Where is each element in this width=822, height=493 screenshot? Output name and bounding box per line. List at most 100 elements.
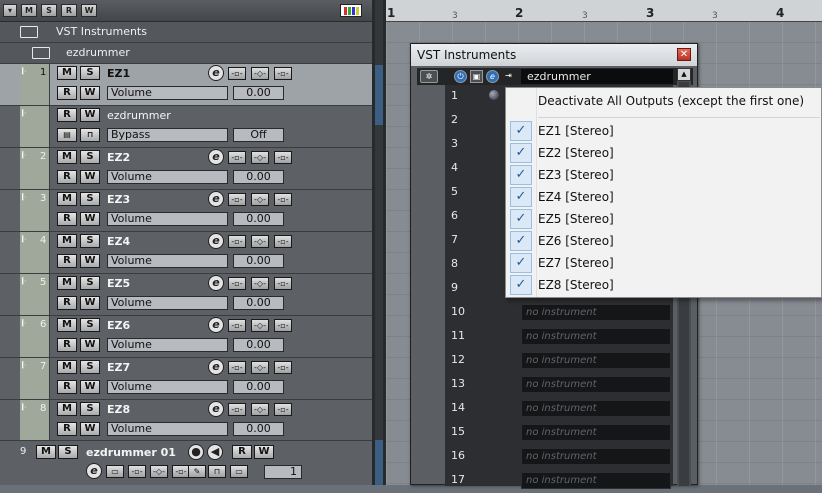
- send-icon[interactable]: -▫-: [274, 193, 292, 206]
- parameter-field[interactable]: Volume: [107, 86, 228, 100]
- send-icon[interactable]: -▫-: [274, 235, 292, 248]
- folder-ezdrummer[interactable]: ezdrummer: [0, 43, 372, 64]
- edit-instrument-icon[interactable]: e: [486, 70, 499, 83]
- automation-icon[interactable]: ▤: [57, 128, 77, 142]
- output-track[interactable]: 𝄆 5 M S EZ5 e -▫- -◇- -▫- R W Volume 0.00: [0, 274, 372, 316]
- send-icon[interactable]: -▫-: [274, 361, 292, 374]
- instrument-slot[interactable]: 12 no instrument: [445, 349, 673, 373]
- pencil-icon[interactable]: ✎: [188, 465, 206, 478]
- read-button[interactable]: R: [232, 445, 252, 459]
- edit-channel-icon[interactable]: e: [208, 401, 224, 417]
- parameter-field[interactable]: Volume: [107, 296, 228, 310]
- mute-button[interactable]: M: [57, 402, 77, 416]
- insert-icon[interactable]: -▫-: [228, 151, 246, 164]
- mute-button[interactable]: M: [57, 318, 77, 332]
- parameter-field[interactable]: Bypass: [107, 128, 228, 142]
- menu-item-output[interactable]: ✓ EZ5 [Stereo]: [506, 208, 821, 230]
- parameter-field[interactable]: Volume: [107, 212, 228, 226]
- slot-instrument-field[interactable]: no instrument: [521, 472, 671, 489]
- solo-button[interactable]: S: [80, 66, 100, 80]
- output-track[interactable]: 𝄆 2 M S EZ2 e -▫- -◇- -▫- R W Volume 0.00: [0, 148, 372, 190]
- write-button[interactable]: W: [80, 422, 100, 436]
- instrument-slot[interactable]: 16 no instrument: [445, 445, 673, 469]
- read-button[interactable]: R: [57, 108, 77, 122]
- channel-settings-icon[interactable]: ▭: [106, 465, 124, 478]
- mute-button[interactable]: M: [57, 360, 77, 374]
- edit-instrument-icon[interactable]: e: [86, 463, 102, 479]
- edit-channel-icon[interactable]: e: [208, 65, 224, 81]
- instrument-slot[interactable]: 14 no instrument: [445, 397, 673, 421]
- menu-item-output[interactable]: ✓ EZ3 [Stereo]: [506, 164, 821, 186]
- eq-icon[interactable]: -◇-: [251, 151, 269, 164]
- solo-button[interactable]: S: [80, 318, 100, 332]
- menu-item-output[interactable]: ✓ EZ1 [Stereo]: [506, 120, 821, 142]
- eq-icon[interactable]: -◇-: [251, 277, 269, 290]
- insert-icon[interactable]: -▫-: [228, 235, 246, 248]
- insert-icon[interactable]: -▫-: [228, 319, 246, 332]
- insert-icon[interactable]: -▫-: [228, 193, 246, 206]
- output-icon[interactable]: ⇥: [502, 70, 515, 83]
- global-solo-button[interactable]: S: [41, 4, 57, 17]
- edit-channel-icon[interactable]: e: [208, 191, 224, 207]
- solo-button[interactable]: S: [80, 192, 100, 206]
- menu-item-output[interactable]: ✓ EZ2 [Stereo]: [506, 142, 821, 164]
- read-button[interactable]: R: [57, 422, 77, 436]
- insert-icon[interactable]: -▫-: [228, 277, 246, 290]
- read-button[interactable]: R: [57, 296, 77, 310]
- slot-instrument-field[interactable]: no instrument: [521, 304, 671, 321]
- mute-button[interactable]: M: [57, 192, 77, 206]
- parameter-field[interactable]: Volume: [107, 422, 228, 436]
- close-icon[interactable]: ✕: [677, 48, 691, 61]
- eq-icon[interactable]: -◇-: [251, 361, 269, 374]
- parameter-value[interactable]: 0.00: [233, 422, 284, 436]
- read-button[interactable]: R: [57, 380, 77, 394]
- eq-icon[interactable]: -◇-: [251, 67, 269, 80]
- slot-instrument-field[interactable]: no instrument: [521, 448, 671, 465]
- track-color-icon[interactable]: [340, 4, 362, 17]
- parameter-value[interactable]: 0.00: [233, 338, 284, 352]
- eq-icon[interactable]: -◇-: [150, 465, 168, 478]
- solo-button[interactable]: S: [80, 234, 100, 248]
- global-read-button[interactable]: R: [61, 4, 77, 17]
- parameter-field[interactable]: Volume: [107, 254, 228, 268]
- parameter-value[interactable]: 0.00: [233, 212, 284, 226]
- edit-channel-icon[interactable]: e: [208, 275, 224, 291]
- mute-button[interactable]: M: [36, 445, 56, 459]
- lane-icon[interactable]: ▭: [230, 465, 248, 478]
- edit-channel-icon[interactable]: e: [208, 233, 224, 249]
- write-button[interactable]: W: [80, 254, 100, 268]
- write-button[interactable]: W: [254, 445, 274, 459]
- solo-button[interactable]: S: [80, 276, 100, 290]
- write-button[interactable]: W: [80, 108, 100, 122]
- send-icon[interactable]: -▫-: [274, 319, 292, 332]
- menu-item-output[interactable]: ✓ EZ4 [Stereo]: [506, 186, 821, 208]
- lock-icon[interactable]: ⊓: [208, 465, 226, 478]
- global-mute-button[interactable]: M: [21, 4, 37, 17]
- send-icon[interactable]: -▫-: [274, 67, 292, 80]
- mute-button[interactable]: M: [57, 150, 77, 164]
- output-track[interactable]: 𝄆 6 M S EZ6 e -▫- -◇- -▫- R W Volume 0.00: [0, 316, 372, 358]
- solo-button[interactable]: S: [58, 445, 78, 459]
- slot-instrument-field[interactable]: no instrument: [521, 400, 671, 417]
- insert-icon[interactable]: -▫-: [228, 361, 246, 374]
- eq-icon[interactable]: -◇-: [251, 193, 269, 206]
- read-button[interactable]: R: [57, 254, 77, 268]
- slot-instrument-field[interactable]: no instrument: [521, 376, 671, 393]
- send-icon[interactable]: -▫-: [274, 277, 292, 290]
- read-button[interactable]: R: [57, 170, 77, 184]
- slot-instrument-field[interactable]: no instrument: [521, 328, 671, 345]
- parameter-field[interactable]: Volume: [107, 380, 228, 394]
- write-button[interactable]: W: [80, 86, 100, 100]
- output-track[interactable]: 𝄆 4 M S EZ4 e -▫- -◇- -▫- R W Volume 0.00: [0, 232, 372, 274]
- read-button[interactable]: R: [57, 212, 77, 226]
- settings-icon[interactable]: ✲: [420, 70, 438, 83]
- global-write-button[interactable]: W: [81, 4, 97, 17]
- insert-icon[interactable]: -▫-: [228, 67, 246, 80]
- eq-icon[interactable]: -◇-: [251, 403, 269, 416]
- output-track[interactable]: 𝄆 8 M S EZ8 e -▫- -◇- -▫- R W Volume 0.00: [0, 400, 372, 442]
- send-icon[interactable]: -▫-: [274, 151, 292, 164]
- output-track[interactable]: 𝄆 1 M S EZ1 e -▫- -◇- -▫- R W Volume 0.00: [0, 64, 372, 106]
- bypass-icon[interactable]: ▣: [470, 70, 483, 83]
- monitor-icon[interactable]: ◀: [207, 444, 223, 460]
- instrument-track[interactable]: 9 M S ezdrummer 01 ● ◀ R W e ▭ -▫- -◇- -…: [0, 440, 372, 485]
